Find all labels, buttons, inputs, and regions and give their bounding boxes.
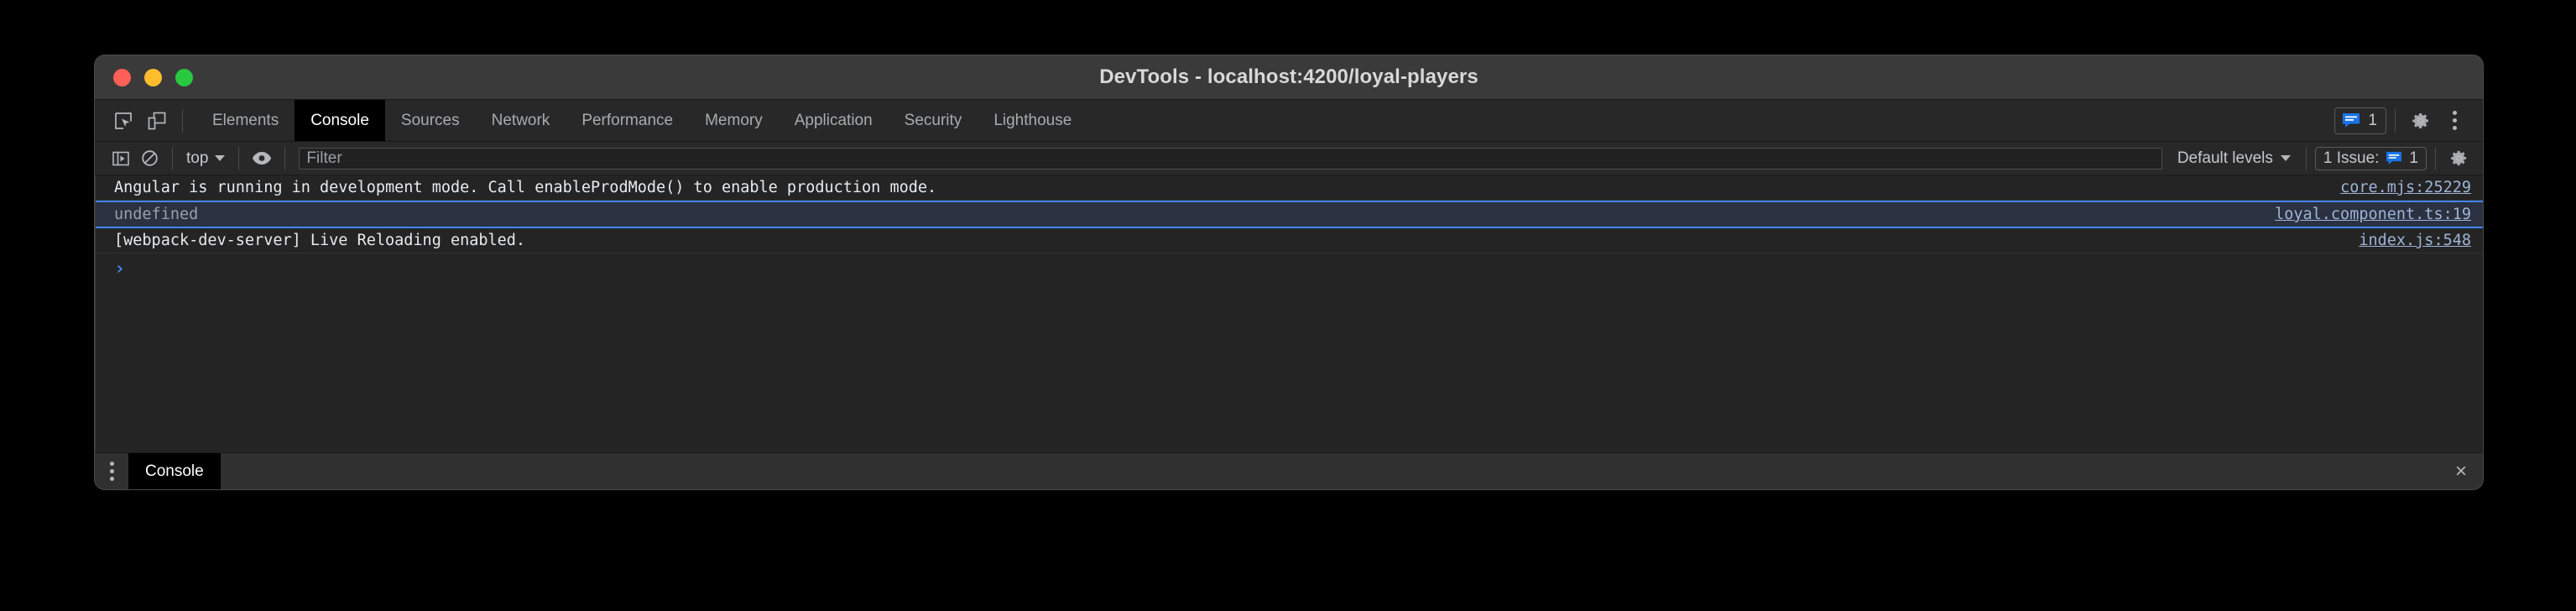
issue-message-icon [2343,113,2360,128]
tabbar-tools [95,100,191,141]
issues-badge-count: 1 [2368,111,2377,129]
issues-badge[interactable]: 1 [2334,107,2386,134]
tab-lighthouse[interactable]: Lighthouse [978,100,1087,141]
clear-console-icon[interactable] [135,146,164,171]
console-issues-count: 1 [2409,149,2418,167]
devtools-tabbar: Elements Console Sources Network Perform… [95,100,2483,142]
drawer-tab-console[interactable]: Console [128,453,221,489]
tabbar-actions: 1 [2334,100,2483,141]
console-prompt-caret-icon: › [114,258,126,279]
tab-label: Application [794,111,873,129]
tab-security[interactable]: Security [889,100,978,141]
kebab-dots [109,462,114,481]
console-message-list[interactable]: Angular is running in development mode. … [95,175,2483,452]
console-issues-label: 1 Issue: [2323,149,2380,167]
minimize-window-button[interactable] [144,68,162,86]
execution-context-selector[interactable]: top [181,149,230,168]
close-icon[interactable]: × [2439,453,2483,489]
inspect-element-icon[interactable] [107,104,140,138]
window-titlebar: DevTools - localhost:4200/loyal-players [95,55,2483,99]
tab-application[interactable]: Application [779,100,889,141]
gear-icon[interactable] [2404,104,2438,138]
traffic-lights [113,55,193,99]
devtools-drawer: Console × [95,452,2483,489]
tab-label: Security [904,111,962,129]
console-toolbar-separator-4 [2305,146,2307,170]
console-message-text: undefined [114,206,199,223]
log-levels-label: Default levels [2177,149,2273,167]
console-message-row[interactable]: Angular is running in development mode. … [96,175,2483,201]
drawer-kebab-icon[interactable] [95,453,128,489]
console-toolbar: top Default levels 1 Issue: [95,142,2483,175]
tab-elements[interactable]: Elements [196,100,295,141]
drawer-tab-label: Console [145,462,204,480]
chevron-down-icon [215,155,226,161]
live-expression-eye-icon[interactable] [248,146,276,171]
console-message-text: [webpack-dev-server] Live Reloading enab… [114,232,526,249]
tab-label: Lighthouse [993,111,1072,129]
console-message-row[interactable]: undefined loyal.component.ts:19 [96,201,2483,228]
console-toolbar-separator-1 [172,146,173,170]
console-message-source-link[interactable]: loyal.component.ts:19 [2275,204,2471,225]
close-window-button[interactable] [113,68,131,86]
tab-label: Network [491,111,550,129]
tab-label: Sources [400,111,460,129]
console-message-source-link[interactable]: core.mjs:25229 [2340,177,2471,198]
tabbar-separator [182,108,183,133]
console-toolbar-separator-5 [2435,146,2436,170]
console-toolbar-separator-2 [238,146,240,170]
issue-message-icon [2386,151,2402,165]
console-prompt[interactable]: › [96,253,2483,284]
tab-performance[interactable]: Performance [566,100,689,141]
filter-input[interactable] [299,147,2162,170]
console-sidebar-icon[interactable] [107,146,135,171]
tab-label: Memory [705,111,763,129]
kebab-dots [2452,111,2457,130]
console-issues-button[interactable]: 1 Issue: 1 [2314,146,2427,170]
chevron-down-icon [2280,155,2291,161]
tab-sources[interactable]: Sources [385,100,476,141]
console-message-text: Angular is running in development mode. … [114,179,937,196]
devtools-panel: Elements Console Sources Network Perform… [95,99,2483,489]
tab-label: Performance [581,111,674,129]
tab-label: Console [310,111,369,129]
log-levels-selector[interactable]: Default levels [2171,149,2297,168]
maximize-window-button[interactable] [175,68,193,86]
tab-console[interactable]: Console [295,100,385,141]
devtools-window: DevTools - localhost:4200/loyal-players [95,55,2483,489]
window-title: DevTools - localhost:4200/loyal-players [1099,65,1478,88]
tab-network[interactable]: Network [476,100,566,141]
tab-label: Elements [212,111,279,129]
console-message-source-link[interactable]: index.js:548 [2359,230,2471,251]
devtools-tab-list: Elements Console Sources Network Perform… [196,100,1087,141]
console-settings-gear-icon[interactable] [2444,146,2473,171]
console-toolbar-separator-3 [284,146,286,170]
console-message-row[interactable]: [webpack-dev-server] Live Reloading enab… [96,228,2483,253]
execution-context-label: top [186,149,209,167]
kebab-menu-icon[interactable] [2438,104,2471,138]
tabbar-actions-separator [2395,108,2396,133]
device-toolbar-icon[interactable] [140,104,174,138]
tab-memory[interactable]: Memory [689,100,779,141]
